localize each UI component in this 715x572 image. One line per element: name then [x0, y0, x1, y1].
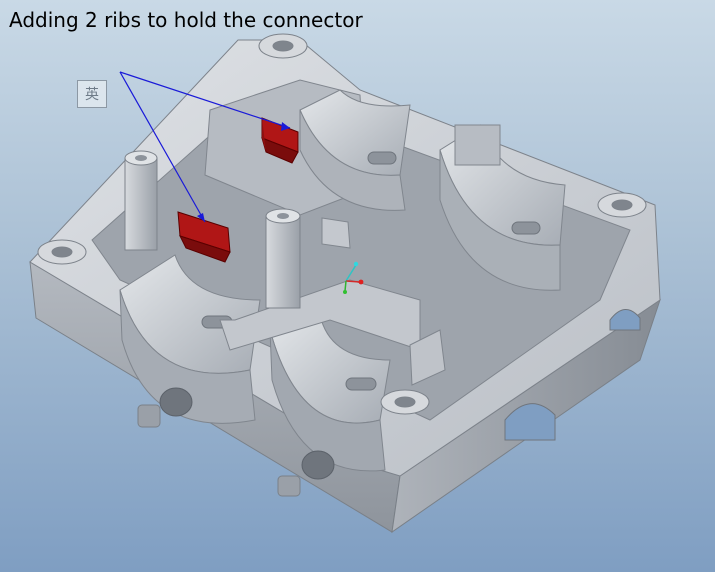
annotation-caption: Adding 2 ribs to hold the connector — [9, 8, 363, 32]
post-left — [124, 150, 158, 251]
cad-viewport[interactable]: Adding 2 ribs to hold the connector 英 — [0, 0, 715, 572]
post-right — [265, 208, 301, 309]
ime-language-indicator[interactable]: 英 — [77, 80, 107, 108]
xyz-triad-icon — [343, 261, 364, 294]
